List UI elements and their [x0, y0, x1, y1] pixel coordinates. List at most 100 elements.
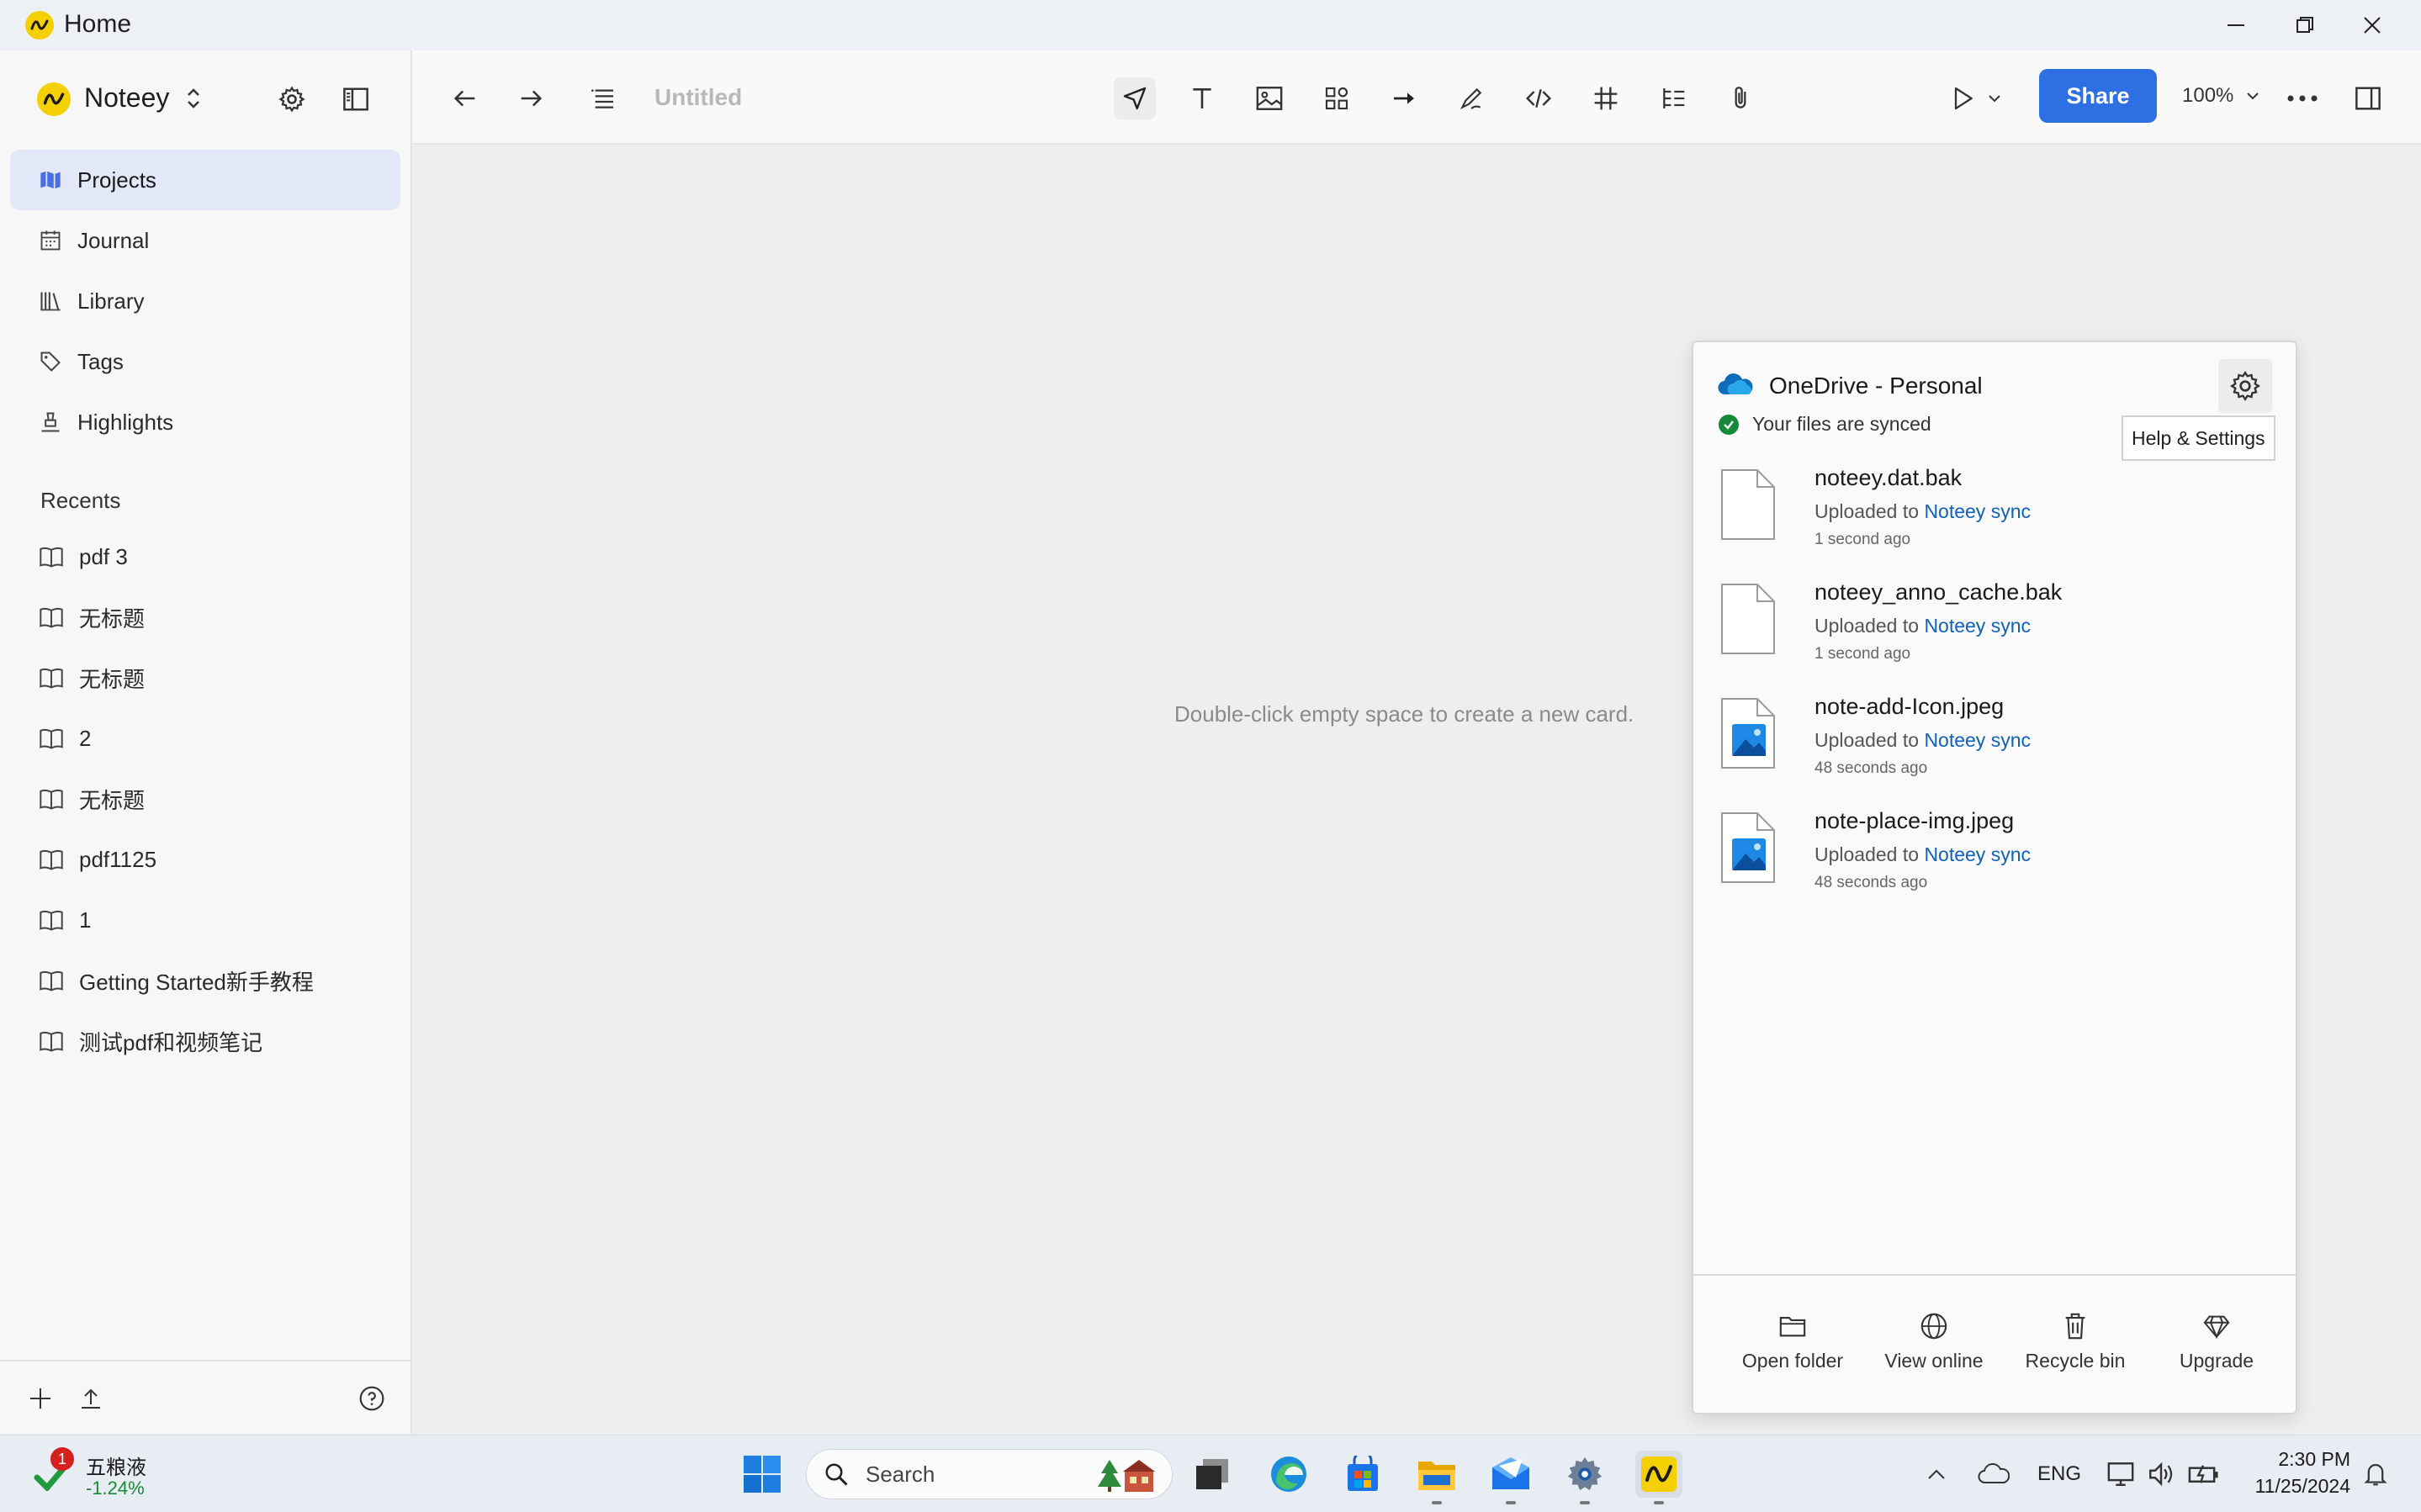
- toggle-sidebar-icon[interactable]: [336, 80, 375, 119]
- map-icon: [39, 168, 62, 192]
- frame-grid-icon[interactable]: [1585, 77, 1627, 119]
- recent-item[interactable]: Getting Started新手教程: [10, 950, 400, 1011]
- app-name[interactable]: Noteey: [84, 82, 169, 114]
- outline-list-icon[interactable]: [582, 77, 624, 119]
- import-upload-icon[interactable]: [72, 1380, 109, 1417]
- image-tool-icon[interactable]: [1248, 77, 1290, 119]
- onedrive-cloud-icon: [1717, 373, 1754, 398]
- file-name: noteey.dat.bak: [1814, 465, 1963, 490]
- zoom-select[interactable]: 100%: [2182, 84, 2260, 108]
- sidebar-item-highlights[interactable]: Highlights: [10, 392, 400, 452]
- pen-draw-icon[interactable]: [1450, 77, 1492, 119]
- network-icon: [2106, 1461, 2135, 1488]
- workspace-switch-icon[interactable]: [185, 86, 202, 111]
- diamond-icon: [2149, 1309, 2284, 1343]
- show-hidden-icons-chevron-icon[interactable]: [1920, 1451, 1953, 1498]
- input-language[interactable]: ENG: [2037, 1462, 2081, 1486]
- present-options-chevron-icon[interactable]: [1982, 77, 2007, 119]
- more-options-icon[interactable]: [2281, 77, 2323, 119]
- activity-item[interactable]: note-add-Icon.jpeg Uploaded to Noteey sy…: [1693, 685, 2296, 800]
- search-highlight-tree-icon: [1098, 1456, 1157, 1493]
- noteey-taskbar-icon[interactable]: [1635, 1451, 1682, 1504]
- recent-item[interactable]: 1: [10, 890, 400, 950]
- recent-item[interactable]: 无标题: [10, 587, 400, 648]
- back-arrow-icon[interactable]: [444, 77, 486, 119]
- file-upload-time: 1 second ago: [1814, 531, 1911, 548]
- activity-item[interactable]: note-place-img.jpeg Uploaded to Noteey s…: [1693, 800, 2296, 914]
- folder-link[interactable]: Noteey sync: [1924, 843, 2031, 865]
- activity-item[interactable]: noteey_anno_cache.bak Uploaded to Noteey…: [1693, 571, 2296, 685]
- sidebar-item-label: Library: [77, 288, 145, 314]
- recent-item[interactable]: pdf1125: [10, 829, 400, 890]
- calendar-icon: [39, 229, 62, 252]
- sidebar-item-tags[interactable]: Tags: [10, 331, 400, 392]
- help-icon[interactable]: [353, 1380, 390, 1417]
- notification-bell-icon[interactable]: [2359, 1451, 2392, 1498]
- onedrive-settings-gear-icon[interactable]: [2218, 359, 2272, 413]
- select-pointer-icon[interactable]: [1114, 77, 1156, 119]
- folder-link[interactable]: Noteey sync: [1924, 500, 2031, 522]
- running-indicator: [1506, 1501, 1516, 1504]
- close-button[interactable]: [2337, 0, 2408, 50]
- recent-item-label: 1: [79, 907, 92, 933]
- onedrive-title: OneDrive - Personal: [1769, 373, 1983, 399]
- shapes-tool-icon[interactable]: [1316, 77, 1358, 119]
- view-online-button[interactable]: View online: [1867, 1309, 2001, 1372]
- recent-item-label: pdf 3: [79, 543, 128, 569]
- open-folder-button[interactable]: Open folder: [1725, 1309, 1860, 1372]
- system-clock[interactable]: 2:30 PM 11/25/2024: [2241, 1446, 2350, 1499]
- activity-item[interactable]: noteey.dat.bak Uploaded to Noteey sync 1…: [1693, 457, 2296, 571]
- add-icon[interactable]: [22, 1380, 59, 1417]
- share-button[interactable]: Share: [2039, 69, 2157, 123]
- quick-settings-tray[interactable]: [2103, 1451, 2229, 1498]
- restore-button[interactable]: [2270, 0, 2340, 50]
- edge-browser-icon[interactable]: [1265, 1451, 1312, 1498]
- upgrade-button[interactable]: Upgrade: [2149, 1309, 2284, 1372]
- right-panel-toggle-icon[interactable]: [2347, 77, 2389, 119]
- globe-icon: [1867, 1309, 2001, 1343]
- taskbar-search[interactable]: Search: [806, 1449, 1173, 1499]
- battery-icon: [2187, 1462, 2219, 1486]
- connector-arrow-icon[interactable]: [1383, 77, 1425, 119]
- recent-item[interactable]: 无标题: [10, 769, 400, 829]
- code-embed-icon[interactable]: [1518, 77, 1560, 119]
- settings-gear-icon[interactable]: [273, 80, 311, 119]
- book-icon: [39, 1029, 64, 1053]
- present-play-icon[interactable]: [1942, 77, 1984, 119]
- sidebar-item-journal[interactable]: Journal: [10, 210, 400, 271]
- minimize-button[interactable]: [2201, 0, 2271, 50]
- noteey-logo-icon: [25, 11, 54, 40]
- recent-item[interactable]: 2: [10, 708, 400, 769]
- recent-item[interactable]: 测试pdf和视频笔记: [10, 1011, 400, 1071]
- mindmap-outline-icon[interactable]: [1652, 77, 1694, 119]
- attachment-paperclip-icon[interactable]: [1719, 77, 1761, 119]
- settings-app-icon[interactable]: [1561, 1451, 1608, 1504]
- sidebar-header: Noteey: [0, 50, 412, 145]
- recycle-bin-button[interactable]: Recycle bin: [2008, 1309, 2143, 1372]
- sidebar-item-projects[interactable]: Projects: [10, 150, 400, 210]
- noteey-app-icon[interactable]: [37, 82, 71, 116]
- clock-time: 2:30 PM: [2278, 1448, 2350, 1470]
- upload-action-text: Uploaded to: [1814, 729, 1920, 751]
- book-icon: [39, 727, 64, 750]
- document-title[interactable]: Untitled: [654, 84, 742, 111]
- microsoft-store-icon[interactable]: [1339, 1451, 1386, 1498]
- sidebar-item-library[interactable]: Library: [10, 271, 400, 331]
- text-tool-icon[interactable]: [1181, 77, 1223, 119]
- recent-item[interactable]: pdf 3: [10, 526, 400, 587]
- task-view-icon[interactable]: [1189, 1451, 1237, 1498]
- book-icon: [39, 545, 64, 568]
- mail-app-icon[interactable]: [1487, 1451, 1534, 1504]
- forward-arrow-icon[interactable]: [510, 77, 552, 119]
- sidebar-item-label: Tags: [77, 348, 124, 374]
- recents-heading: Recents: [40, 488, 121, 513]
- onedrive-tray-icon[interactable]: [1973, 1451, 2014, 1498]
- windows-start-icon[interactable]: [739, 1451, 786, 1498]
- file-explorer-icon[interactable]: [1413, 1451, 1460, 1504]
- upload-action-text: Uploaded to: [1814, 843, 1920, 865]
- stock-widget[interactable]: 1 五粮液 -1.24%: [34, 1447, 202, 1503]
- folder-link[interactable]: Noteey sync: [1924, 729, 2031, 751]
- folder-link[interactable]: Noteey sync: [1924, 615, 2031, 637]
- recent-item[interactable]: 无标题: [10, 648, 400, 708]
- sync-status-text: Your files are synced: [1752, 413, 1931, 435]
